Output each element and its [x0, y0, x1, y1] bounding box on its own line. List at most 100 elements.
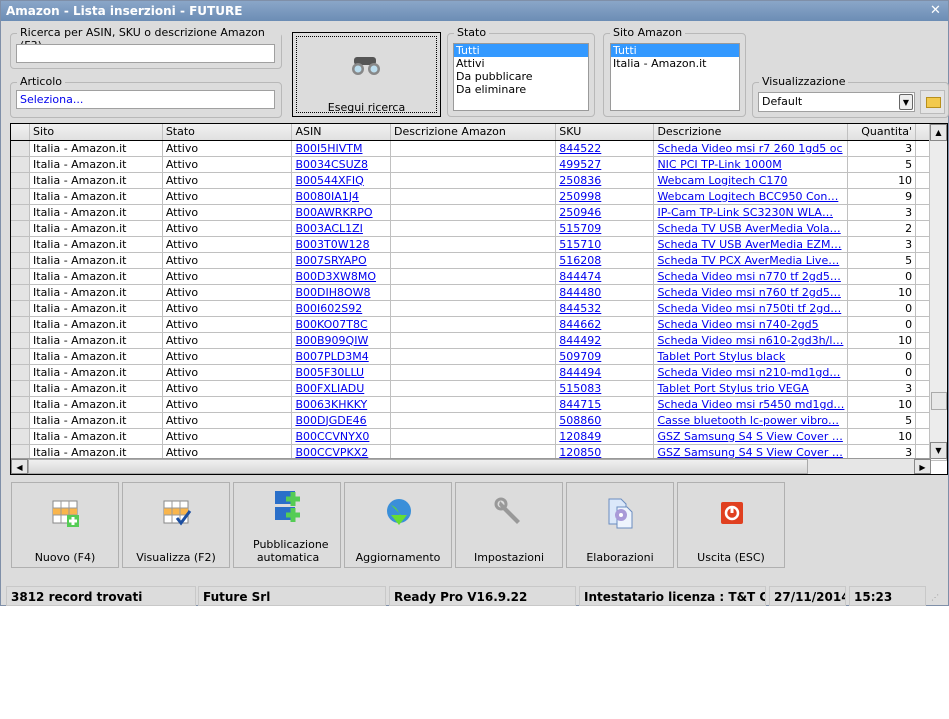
- column-header[interactable]: Descrizione Amazon: [390, 124, 557, 141]
- column-header[interactable]: ASIN: [291, 124, 392, 141]
- stato-option[interactable]: Attivi: [454, 57, 588, 70]
- row-indicator[interactable]: [11, 140, 31, 157]
- table-row[interactable]: Italia - Amazon.it Attivo B00I5HIVTM 844522…: [11, 140, 947, 157]
- descrizione-link[interactable]: Scheda TV USB AverMedia Vola…: [657, 222, 840, 235]
- visualizzazione-select[interactable]: Default ▼: [758, 92, 915, 112]
- asin-link[interactable]: B00I5HIVTM: [295, 142, 362, 155]
- sku-link[interactable]: 120849: [559, 430, 601, 443]
- asin-link[interactable]: B00KO07T8C: [295, 318, 367, 331]
- sku-link[interactable]: 844522: [559, 142, 601, 155]
- table-row[interactable]: Italia - Amazon.it Attivo B00B909QIW 844492…: [11, 332, 947, 349]
- row-indicator[interactable]: [11, 380, 31, 397]
- sku-link[interactable]: 844532: [559, 302, 601, 315]
- sku-link[interactable]: 250836: [559, 174, 601, 187]
- resize-grip-icon[interactable]: ⋰: [931, 593, 939, 602]
- row-indicator[interactable]: [11, 412, 31, 429]
- action-button-aggiornamento[interactable]: Aggiornamento: [344, 482, 452, 568]
- asin-link[interactable]: B003T0W128: [295, 238, 369, 251]
- sku-link[interactable]: 516208: [559, 254, 601, 267]
- action-button-impostazioni[interactable]: Impostazioni: [455, 482, 563, 568]
- descrizione-link[interactable]: IP-Cam TP-Link SC3230N WLA…: [657, 206, 833, 219]
- chevron-down-icon[interactable]: ▼: [899, 94, 913, 110]
- scroll-down-icon[interactable]: ▼: [930, 442, 947, 459]
- row-indicator[interactable]: [11, 252, 31, 269]
- table-row[interactable]: Italia - Amazon.it Attivo B0034CSUZ8 499527…: [11, 156, 947, 173]
- sku-link[interactable]: 844494: [559, 366, 601, 379]
- table-row[interactable]: Italia - Amazon.it Attivo B003T0W128 515710…: [11, 236, 947, 253]
- sku-link[interactable]: 508860: [559, 414, 601, 427]
- descrizione-link[interactable]: Scheda Video msi n740-2gd5: [657, 318, 818, 331]
- descrizione-link[interactable]: GSZ Samsung S4 S View Cover …: [657, 446, 842, 459]
- asin-link[interactable]: B003ACL1ZI: [295, 222, 362, 235]
- sku-link[interactable]: 499527: [559, 158, 601, 171]
- sito-option[interactable]: Tutti: [611, 44, 739, 57]
- asin-link[interactable]: B005F30LLU: [295, 366, 364, 379]
- scroll-up-icon[interactable]: ▲: [930, 124, 947, 141]
- column-header[interactable]: SKU: [555, 124, 655, 141]
- folder-button[interactable]: [920, 90, 945, 114]
- descrizione-link[interactable]: Scheda Video msi r7 260 1gd5 oc: [657, 142, 842, 155]
- descrizione-link[interactable]: Scheda Video msi n210-md1gd…: [657, 366, 840, 379]
- table-row[interactable]: Italia - Amazon.it Attivo B00KO07T8C 844662…: [11, 316, 947, 333]
- descrizione-link[interactable]: Webcam Logitech C170: [657, 174, 787, 187]
- descrizione-link[interactable]: NIC PCI TP-Link 1000M: [657, 158, 781, 171]
- sku-link[interactable]: 844480: [559, 286, 601, 299]
- sku-link[interactable]: 844715: [559, 398, 601, 411]
- asin-link[interactable]: B00CCVPKX2: [295, 446, 368, 459]
- asin-link[interactable]: B0063KHKKY: [295, 398, 367, 411]
- row-indicator[interactable]: [11, 316, 31, 333]
- asin-link[interactable]: B00B909QIW: [295, 334, 368, 347]
- search-button[interactable]: Esegui ricerca: [292, 32, 441, 117]
- row-indicator[interactable]: [11, 204, 31, 221]
- asin-link[interactable]: B00DIH8OW8: [295, 286, 370, 299]
- stato-option[interactable]: Da pubblicare: [454, 70, 588, 83]
- sito-list[interactable]: Tutti Italia - Amazon.it: [610, 43, 740, 111]
- table-row[interactable]: Italia - Amazon.it Attivo B003ACL1ZI 515709…: [11, 220, 947, 237]
- row-indicator[interactable]: [11, 236, 31, 253]
- row-indicator[interactable]: [11, 332, 31, 349]
- scroll-left-icon[interactable]: ◀: [11, 459, 28, 474]
- descrizione-link[interactable]: Scheda TV USB AverMedia EZM…: [657, 238, 841, 251]
- table-row[interactable]: Italia - Amazon.it Attivo B00DJGDE46 508860…: [11, 412, 947, 429]
- table-row[interactable]: Italia - Amazon.it Attivo B007SRYAPO 516208…: [11, 252, 947, 269]
- table-row[interactable]: Italia - Amazon.it Attivo B00DIH8OW8 844480…: [11, 284, 947, 301]
- table-row[interactable]: Italia - Amazon.it Attivo B00D3XW8MO 844474…: [11, 268, 947, 285]
- scroll-right-icon[interactable]: ▶: [914, 459, 931, 474]
- action-button-visualizza-f2[interactable]: Visualizza (F2): [122, 482, 230, 568]
- asin-link[interactable]: B00FXLIADU: [295, 382, 364, 395]
- vertical-scrollbar[interactable]: ▲ ▼: [929, 124, 947, 459]
- action-button-nuovo-f4[interactable]: Nuovo (F4): [11, 482, 119, 568]
- table-row[interactable]: Italia - Amazon.it Attivo B007PLD3M4 509709…: [11, 348, 947, 365]
- descrizione-link[interactable]: Scheda Video msi n610-2gd3h/l…: [657, 334, 843, 347]
- descrizione-link[interactable]: Scheda Video msi n750ti tf 2gd…: [657, 302, 841, 315]
- descrizione-link[interactable]: Scheda TV PCX AverMedia Live…: [657, 254, 839, 267]
- row-indicator[interactable]: [11, 284, 31, 301]
- column-header[interactable]: Quantita': [847, 124, 917, 141]
- search-input[interactable]: [16, 44, 275, 63]
- sku-link[interactable]: 515083: [559, 382, 601, 395]
- asin-link[interactable]: B00AWRKRPO: [295, 206, 372, 219]
- descrizione-link[interactable]: GSZ Samsung S4 S View Cover …: [657, 430, 842, 443]
- row-indicator[interactable]: [11, 220, 31, 237]
- row-indicator[interactable]: [11, 172, 31, 189]
- descrizione-link[interactable]: Tablet Port Stylus black: [657, 350, 785, 363]
- sku-link[interactable]: 844662: [559, 318, 601, 331]
- row-indicator[interactable]: [11, 428, 31, 445]
- action-button-uscita-esc[interactable]: Uscita (ESC): [677, 482, 785, 568]
- sku-link[interactable]: 844474: [559, 270, 601, 283]
- scroll-thumb[interactable]: [931, 392, 947, 410]
- asin-link[interactable]: B00D3XW8MO: [295, 270, 376, 283]
- sku-link[interactable]: 515709: [559, 222, 601, 235]
- table-row[interactable]: Italia - Amazon.it Attivo B005F30LLU 844494…: [11, 364, 947, 381]
- table-row[interactable]: Italia - Amazon.it Attivo B00CCVNYX0 120849…: [11, 428, 947, 445]
- asin-link[interactable]: B00544XFIQ: [295, 174, 363, 187]
- sito-option[interactable]: Italia - Amazon.it: [611, 57, 739, 70]
- descrizione-link[interactable]: Scheda Video msi n760 tf 2gd5…: [657, 286, 840, 299]
- asin-link[interactable]: B00DJGDE46: [295, 414, 366, 427]
- descrizione-link[interactable]: Scheda Video msi r5450 md1gd…: [657, 398, 844, 411]
- row-indicator[interactable]: [11, 300, 31, 317]
- table-row[interactable]: Italia - Amazon.it Attivo B00AWRKRPO 250946…: [11, 204, 947, 221]
- sku-link[interactable]: 515710: [559, 238, 601, 251]
- descrizione-link[interactable]: Casse bluetooth lc-power vibro…: [657, 414, 839, 427]
- sku-link[interactable]: 250998: [559, 190, 601, 203]
